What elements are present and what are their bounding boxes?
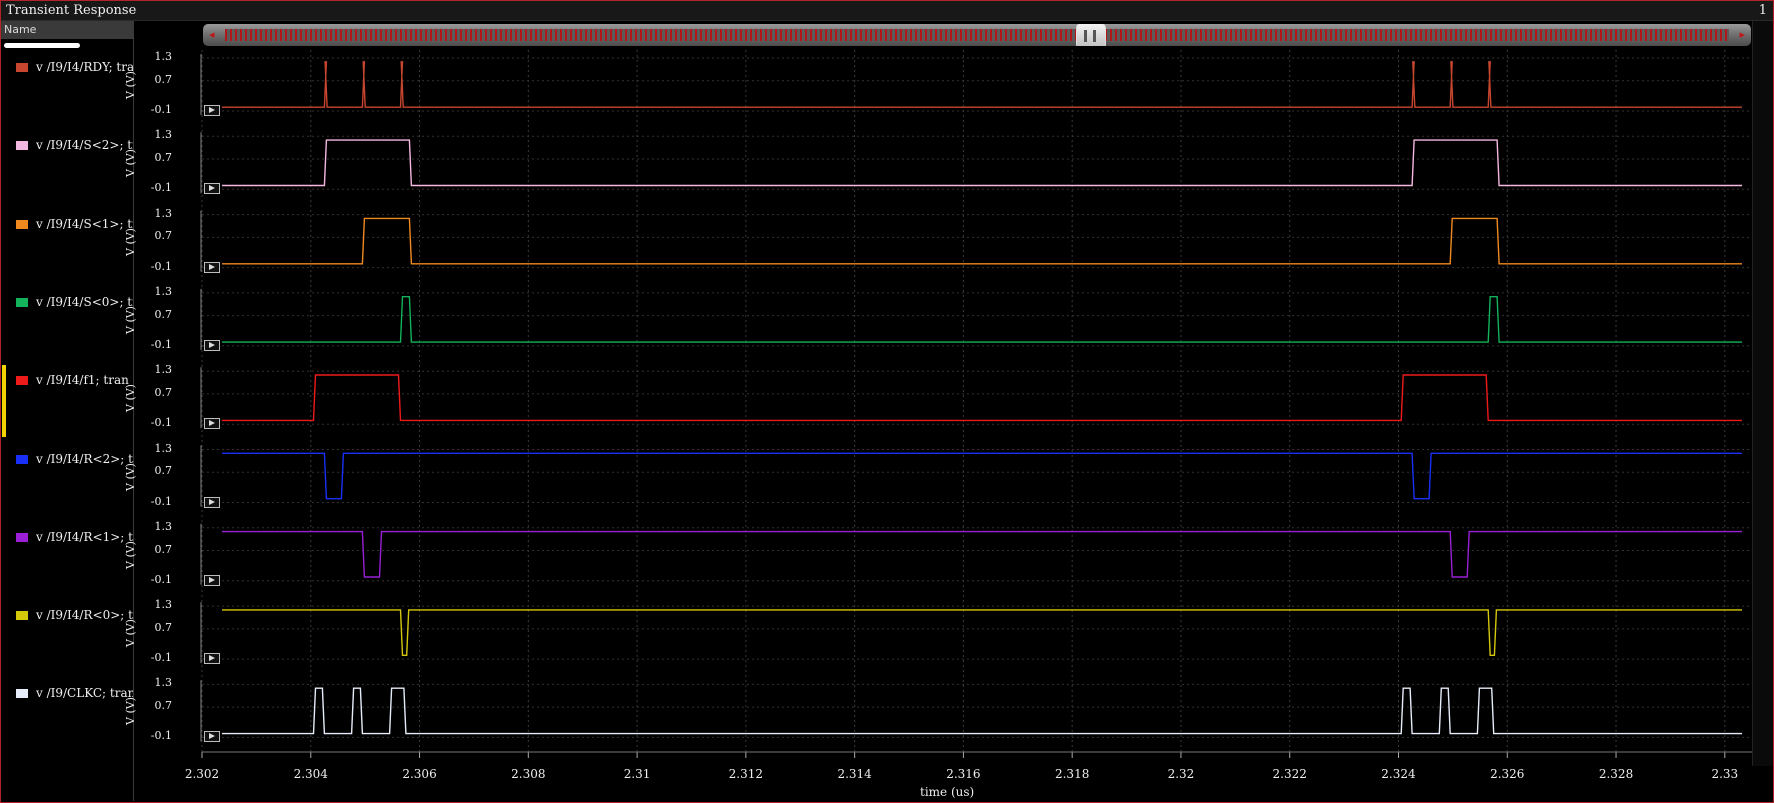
trace-marker-play-icon[interactable]	[204, 183, 220, 195]
waveform-trace	[222, 530, 1742, 578]
y-tick-label: -0.1	[150, 259, 172, 273]
y-tick-label: -0.1	[150, 337, 172, 351]
trace-marker-play-icon[interactable]	[204, 261, 220, 273]
y-tick-label: 0.7	[154, 699, 173, 713]
y-tick-label: 0.7	[154, 620, 173, 634]
y-tick-label: 1.3	[154, 441, 173, 455]
x-tick-label: 2.33	[1711, 767, 1739, 781]
trace-marker-play-icon[interactable]	[204, 339, 220, 351]
y-tick-label: 0.7	[154, 385, 173, 399]
y-tick-label: 1.3	[154, 519, 173, 533]
y-tick-label: -0.1	[150, 494, 172, 508]
y-tick-label: -0.1	[150, 651, 172, 665]
y-tick-label: 1.3	[154, 284, 173, 298]
x-tick-label: 2.322	[1272, 767, 1307, 781]
y-tick-label: 0.7	[154, 307, 173, 321]
y-tick-label: 0.7	[154, 72, 173, 86]
x-tick-label: 2.31	[623, 767, 651, 781]
trace-marker-play-icon[interactable]	[204, 731, 220, 743]
x-tick-label: 2.304	[293, 767, 328, 781]
y-tick-label: -0.1	[150, 103, 172, 116]
y-tick-label: 0.7	[154, 229, 173, 243]
y-tick-label: 1.3	[154, 363, 173, 377]
waveform-trace	[222, 609, 1742, 656]
waveform-trace	[222, 296, 1742, 343]
waveform-trace	[222, 217, 1742, 265]
x-tick-label: 2.328	[1598, 767, 1634, 781]
y-axis-title: V (V)	[124, 619, 137, 648]
x-tick-label: 2.308	[511, 767, 546, 781]
trace-marker-play-icon[interactable]	[204, 496, 220, 508]
y-tick-label: -0.1	[150, 572, 172, 586]
waveform-trace	[222, 374, 1742, 422]
y-tick-label: 1.3	[154, 598, 173, 612]
waveform-trace	[222, 61, 1742, 108]
trace-marker-play-icon[interactable]	[204, 418, 220, 430]
y-tick-label: 1.3	[154, 206, 173, 220]
y-tick-label: 0.7	[154, 151, 173, 164]
x-tick-label: 2.32	[1167, 767, 1195, 781]
y-tick-label: -0.1	[150, 416, 172, 430]
waveform-trace	[222, 452, 1742, 500]
x-tick-label: 2.326	[1490, 767, 1525, 781]
y-axis-title: V (V)	[124, 149, 137, 178]
y-tick-label: 1.3	[154, 128, 173, 142]
waveform-trace	[222, 687, 1742, 735]
y-tick-label: 0.7	[154, 464, 173, 478]
y-axis-title: V (V)	[124, 384, 137, 413]
x-tick-label: 2.302	[184, 767, 220, 781]
x-tick-label: 2.314	[837, 767, 872, 781]
x-tick-label: 2.316	[946, 767, 981, 781]
y-tick-label: -0.1	[150, 181, 172, 195]
trace-marker-play-icon[interactable]	[204, 105, 220, 116]
x-axis-title: time (us)	[920, 785, 975, 799]
y-axis-title: V (V)	[124, 540, 137, 569]
y-axis-title: V (V)	[124, 71, 137, 99]
trace-marker-play-icon[interactable]	[204, 653, 220, 665]
x-tick-label: 2.318	[1054, 767, 1090, 781]
waveform-trace	[222, 139, 1742, 187]
x-tick-label: 2.312	[728, 767, 764, 781]
y-axis-title: V (V)	[124, 462, 137, 491]
y-tick-label: 1.3	[154, 676, 173, 690]
trace-marker-play-icon[interactable]	[204, 574, 220, 586]
y-axis-title: V (V)	[124, 697, 137, 726]
y-axis-title: V (V)	[124, 305, 137, 334]
waveform-plot-area[interactable]	[0, 0, 1774, 803]
x-tick-label: 2.324	[1381, 767, 1416, 781]
y-tick-label: 1.3	[154, 50, 173, 63]
x-tick-label: 2.306	[402, 767, 437, 781]
y-axis-title: V (V)	[124, 227, 137, 256]
y-tick-label: -0.1	[150, 729, 172, 743]
y-tick-label: 0.7	[154, 542, 173, 556]
